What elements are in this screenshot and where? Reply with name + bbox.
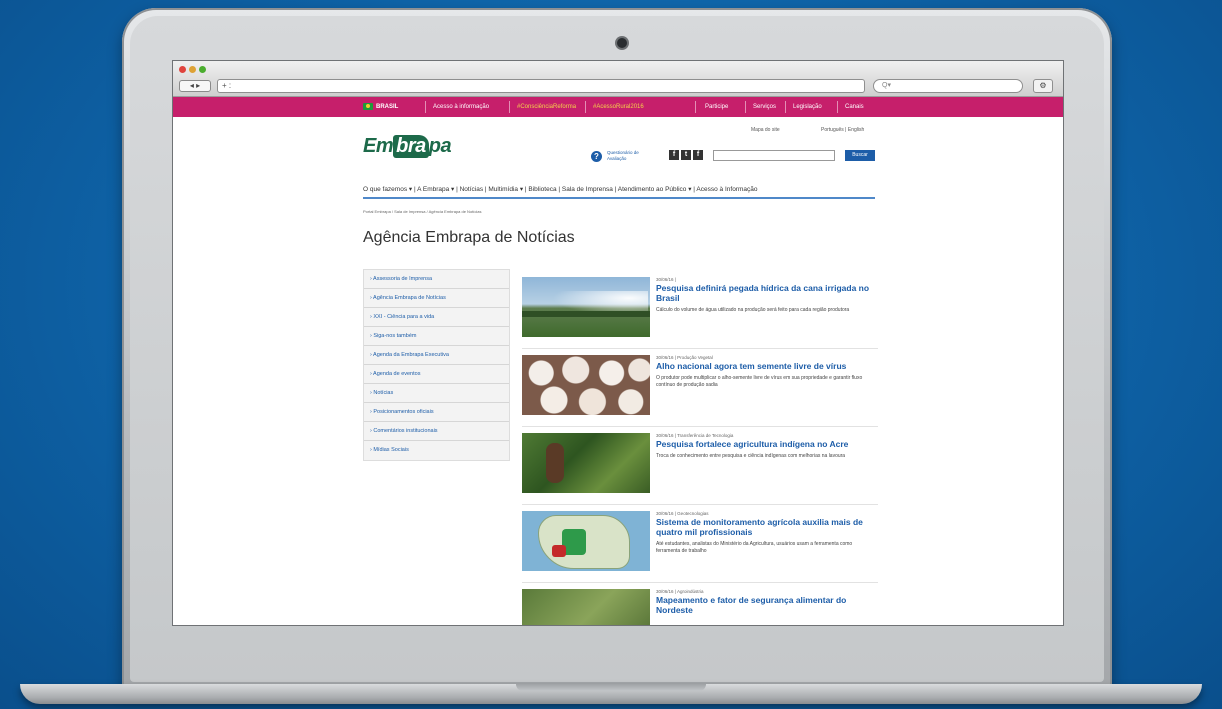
- back-forward-buttons[interactable]: ◂ ▸: [179, 80, 211, 92]
- site-search-input[interactable]: [713, 150, 835, 161]
- news-summary: Cálculo do volume de água utilizado na p…: [656, 307, 850, 313]
- gov-link[interactable]: Participe: [705, 97, 728, 117]
- zoom-window-icon[interactable]: [199, 66, 206, 73]
- side-menu-item[interactable]: › Mídias Sociais: [364, 441, 509, 460]
- news-tag: 30/06/16 | Geotecnologias: [656, 511, 709, 516]
- sitemap-link[interactable]: Mapa do site: [751, 127, 780, 133]
- gov-bar: BRASIL Acesso à informação #ConsciênciaR…: [173, 97, 1063, 117]
- gov-link[interactable]: #ConsciênciaReforma: [517, 97, 576, 117]
- twitter-icon[interactable]: t: [681, 150, 691, 160]
- address-bar[interactable]: + :: [217, 79, 865, 93]
- gov-brasil-link[interactable]: BRASIL: [363, 97, 398, 117]
- map-image[interactable]: [522, 511, 650, 571]
- side-menu-item[interactable]: › Comentários institucionais: [364, 422, 509, 441]
- laptop-lid-notch: [516, 684, 706, 691]
- side-menu-item[interactable]: › Agência Embrapa de Notícias: [364, 289, 509, 308]
- laptop-screen: ◂ ▸ + : Q▾ ⚙ BRASIL Acesso à informação …: [172, 60, 1064, 626]
- news-summary: O produtor pode multiplicar o alho-semen…: [656, 375, 863, 388]
- help-icon[interactable]: ?: [591, 151, 602, 162]
- news-item[interactable]: 30/06/16 | Pesquisa definirá pegada hídr…: [522, 275, 878, 349]
- webcam-icon: [617, 38, 627, 48]
- gov-link[interactable]: Canais: [845, 97, 864, 117]
- news-headline[interactable]: Pesquisa definirá pegada hídrica da cana…: [656, 283, 874, 303]
- garlic-photo[interactable]: [522, 355, 650, 415]
- brazil-flag-icon: [363, 102, 373, 110]
- news-headline[interactable]: Sistema de monitoramento agrícola auxili…: [656, 517, 874, 537]
- side-menu-item[interactable]: › Siga-nos também: [364, 327, 509, 346]
- irrigation-photo[interactable]: [522, 277, 650, 337]
- page-title: Agência Embrapa de Notícias: [363, 229, 575, 246]
- main-navigation[interactable]: O que fazemos ▾ | A Embrapa ▾ | Notícias…: [363, 183, 875, 199]
- gov-link[interactable]: Acesso à informação: [433, 97, 489, 117]
- news-tag: 30/06/16 |: [656, 277, 676, 282]
- embrapa-logo[interactable]: Em bra pa: [363, 135, 452, 158]
- news-tag: 30/06/16 | Agroindústria: [656, 589, 704, 594]
- survey-link[interactable]: Questionário de Avaliação: [607, 150, 641, 162]
- browser-chrome: ◂ ▸ + : Q▾ ⚙: [173, 61, 1063, 97]
- news-item[interactable]: 30/06/16 | Geotecnologias Sistema de mon…: [522, 509, 878, 583]
- gov-link[interactable]: Serviços: [753, 97, 776, 117]
- side-menu-item[interactable]: › Posicionamentos oficiais: [364, 403, 509, 422]
- news-tag: 30/06/16 | Transferência de Tecnologia: [656, 433, 734, 438]
- landscape-photo[interactable]: [522, 589, 650, 625]
- breadcrumb[interactable]: Portal Embrapa / Sala de Imprensa / Agên…: [363, 209, 482, 214]
- facebook-icon[interactable]: f: [669, 150, 679, 160]
- minimize-window-icon[interactable]: [189, 66, 196, 73]
- news-headline[interactable]: Mapeamento e fator de segurança alimenta…: [656, 595, 874, 615]
- news-headline[interactable]: Alho nacional agora tem semente livre de…: [656, 361, 874, 371]
- browser-search-input[interactable]: Q▾: [873, 79, 1023, 93]
- side-menu-item[interactable]: › Agenda da Embrapa Executiva: [364, 346, 509, 365]
- forest-photo[interactable]: [522, 433, 650, 493]
- side-menu-item[interactable]: › Assessoria de Imprensa: [364, 270, 509, 289]
- news-summary: Até estudantes, analistas do Ministério …: [656, 541, 853, 554]
- news-item[interactable]: 30/06/16 | Agroindústria Mapeamento e fa…: [522, 587, 878, 625]
- language-switch[interactable]: Português | English: [821, 127, 864, 133]
- side-menu-item[interactable]: › Agenda de eventos: [364, 365, 509, 384]
- flickr-icon[interactable]: f: [693, 150, 703, 160]
- news-item[interactable]: 30/06/16 | Transferência de Tecnologia P…: [522, 431, 878, 505]
- browser-settings-button[interactable]: ⚙: [1033, 79, 1053, 93]
- side-menu: › Assessoria de Imprensa › Agência Embra…: [363, 269, 510, 461]
- search-button[interactable]: Buscar: [845, 150, 875, 161]
- news-summary: Troca de conhecimento entre pesquisa e c…: [656, 453, 846, 459]
- side-menu-item[interactable]: › Notícias: [364, 384, 509, 403]
- news-headline[interactable]: Pesquisa fortalece agricultura indígena …: [656, 439, 874, 449]
- news-item[interactable]: 30/06/16 | Produção Vegetal Alho naciona…: [522, 353, 878, 427]
- gov-link[interactable]: #AcessoRural2016: [593, 97, 644, 117]
- side-menu-item[interactable]: › XXI - Ciência para a vida: [364, 308, 509, 327]
- gov-link[interactable]: Legislação: [793, 97, 822, 117]
- news-tag: 30/06/16 | Produção Vegetal: [656, 355, 713, 360]
- close-window-icon[interactable]: [179, 66, 186, 73]
